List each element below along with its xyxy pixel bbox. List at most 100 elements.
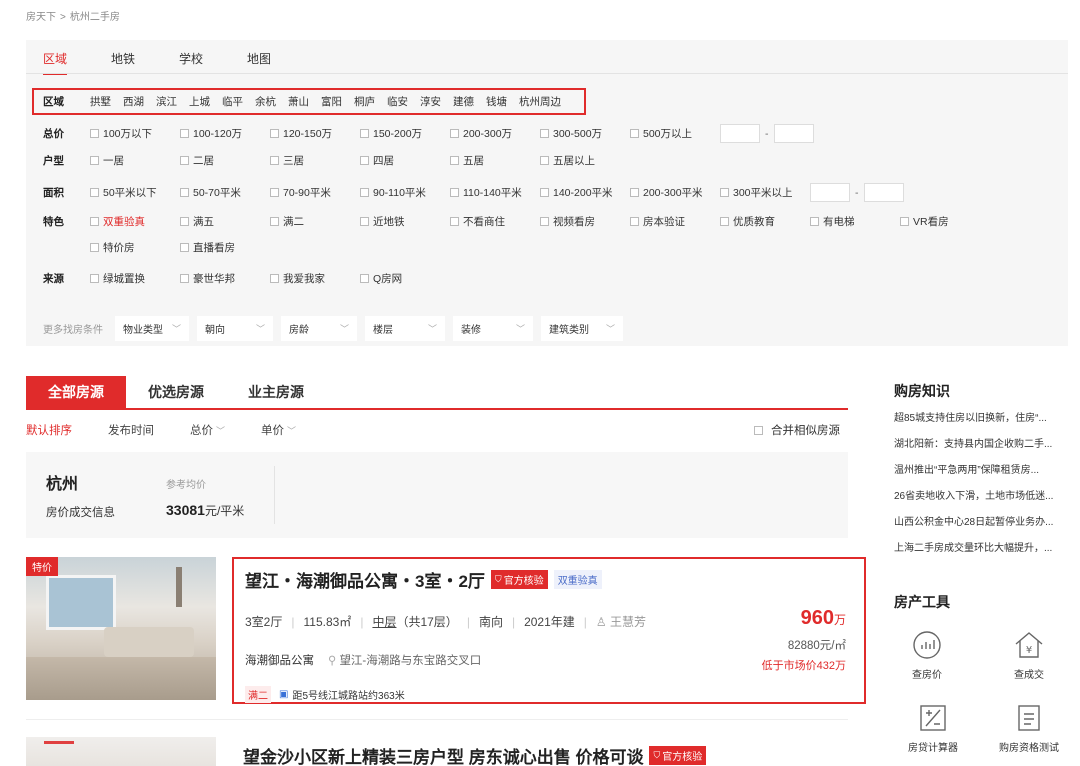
news-item[interactable]: 超85城支持住房以旧换新，住房“... bbox=[894, 412, 1064, 438]
layout-option[interactable]: 三居 bbox=[270, 153, 360, 168]
size-option[interactable]: 50-70平米 bbox=[180, 185, 270, 200]
checkbox[interactable] bbox=[540, 156, 549, 165]
sort-time[interactable]: 发布时间 bbox=[108, 422, 154, 438]
feature-option[interactable]: 满五 bbox=[180, 214, 270, 229]
layout-option[interactable]: 四居 bbox=[360, 153, 450, 168]
checkbox[interactable] bbox=[270, 156, 279, 165]
feature-option[interactable]: VR看房 bbox=[900, 214, 970, 229]
price-min-input[interactable] bbox=[720, 124, 760, 143]
sort-unit-price[interactable]: 单价 ﹀ bbox=[261, 422, 296, 438]
price-option[interactable]: 500万以上 bbox=[630, 126, 720, 141]
checkbox[interactable] bbox=[180, 243, 189, 252]
size-option[interactable]: 110-140平米 bbox=[450, 185, 540, 200]
price-option[interactable]: 100万以下 bbox=[90, 126, 180, 141]
checkbox[interactable] bbox=[270, 217, 279, 226]
sort-total-price[interactable]: 总价 ﹀ bbox=[190, 422, 225, 438]
checkbox[interactable] bbox=[270, 274, 279, 283]
checkbox[interactable] bbox=[450, 188, 459, 197]
sort-default[interactable]: 默认排序 bbox=[26, 422, 72, 438]
breadcrumb-home[interactable]: 房天下 bbox=[26, 12, 56, 23]
checkbox[interactable] bbox=[360, 129, 369, 138]
feature-option[interactable]: 满二 bbox=[270, 214, 360, 229]
deal-info-link[interactable]: 房价成交信息 bbox=[46, 504, 115, 520]
size-option[interactable]: 90-110平米 bbox=[360, 185, 450, 200]
checkbox[interactable] bbox=[180, 129, 189, 138]
layout-option[interactable]: 五居 bbox=[450, 153, 540, 168]
checkbox[interactable] bbox=[450, 129, 459, 138]
size-option[interactable]: 70-90平米 bbox=[270, 185, 360, 200]
price-option[interactable]: 200-300万 bbox=[450, 126, 540, 141]
breadcrumb-current[interactable]: 杭州二手房 bbox=[70, 12, 120, 23]
checkbox[interactable] bbox=[270, 188, 279, 197]
listing-title[interactable]: 望江・海潮御品公寓・3室・2厅 ⛉ 官方核验 双重验真 bbox=[245, 567, 602, 592]
checkbox[interactable] bbox=[270, 129, 279, 138]
checkbox[interactable] bbox=[630, 217, 639, 226]
listing-photo[interactable]: 特价 bbox=[26, 557, 216, 700]
checkbox[interactable] bbox=[180, 188, 189, 197]
listing-photo[interactable] bbox=[26, 737, 216, 766]
checkbox[interactable] bbox=[90, 274, 99, 283]
tab-all-listings[interactable]: 全部房源 bbox=[26, 376, 126, 408]
floor[interactable]: 中层 bbox=[372, 613, 396, 630]
tab-owner-listings[interactable]: 业主房源 bbox=[226, 376, 326, 408]
checkbox[interactable] bbox=[90, 156, 99, 165]
checkbox[interactable] bbox=[810, 217, 819, 226]
size-option[interactable]: 140-200平米 bbox=[540, 185, 630, 200]
checkbox[interactable] bbox=[180, 156, 189, 165]
price-option[interactable]: 120-150万 bbox=[270, 126, 360, 141]
checkbox[interactable] bbox=[630, 129, 639, 138]
checkbox[interactable] bbox=[90, 217, 99, 226]
feature-option[interactable]: 特价房 bbox=[90, 240, 180, 255]
checkbox[interactable] bbox=[90, 188, 99, 197]
layout-option[interactable]: 五居以上 bbox=[540, 153, 630, 168]
news-item[interactable]: 26省卖地收入下滑，土地市场低迷... bbox=[894, 490, 1064, 516]
price-option[interactable]: 300-500万 bbox=[540, 126, 630, 141]
agent[interactable]: ♙ 王慧芳 bbox=[596, 613, 646, 630]
dropdown-decoration[interactable]: 装修 ﹀ bbox=[453, 316, 533, 341]
feature-option[interactable]: 有电梯 bbox=[810, 214, 900, 229]
source-option[interactable]: Q房网 bbox=[360, 271, 450, 286]
checkbox[interactable] bbox=[360, 156, 369, 165]
checkbox[interactable] bbox=[720, 217, 729, 226]
checkbox[interactable] bbox=[180, 217, 189, 226]
tool-check-deal[interactable]: ¥ 查成交 bbox=[992, 630, 1066, 681]
size-option[interactable]: 300平米以上 bbox=[720, 185, 810, 200]
price-max-input[interactable] bbox=[773, 124, 814, 143]
listing-card[interactable]: 望江・海潮御品公寓・3室・2厅 ⛉ 官方核验 双重验真 3室2厅 | 115.83㎡… bbox=[232, 557, 866, 704]
tab-selected-listings[interactable]: 优选房源 bbox=[126, 376, 226, 408]
checkbox[interactable] bbox=[360, 217, 369, 226]
news-item[interactable]: 上海二手房成交量环比大幅提升，... bbox=[894, 542, 1064, 568]
source-option[interactable]: 绿城置换 bbox=[90, 271, 180, 286]
layout-option[interactable]: 一居 bbox=[90, 153, 180, 168]
feature-option[interactable]: 优质教育 bbox=[720, 214, 810, 229]
news-item[interactable]: 湖北阳新：支持县内国企收购二手... bbox=[894, 438, 1064, 464]
dropdown-facing[interactable]: 朝向 ﹀ bbox=[197, 316, 273, 341]
checkbox[interactable] bbox=[900, 217, 909, 226]
tool-loan-calculator[interactable]: 房贷计算器 bbox=[896, 703, 970, 754]
checkbox[interactable] bbox=[630, 188, 639, 197]
feature-option[interactable]: 近地铁 bbox=[360, 214, 450, 229]
merge-similar[interactable]: 合并相似房源 bbox=[754, 422, 840, 438]
checkbox[interactable] bbox=[180, 274, 189, 283]
tab-subway[interactable]: 地铁 bbox=[111, 50, 135, 75]
checkbox[interactable] bbox=[720, 188, 729, 197]
price-option[interactable]: 150-200万 bbox=[360, 126, 450, 141]
news-item[interactable]: 温州推出“平急两用”保障租赁房... bbox=[894, 464, 1064, 490]
tab-map[interactable]: 地图 bbox=[247, 50, 271, 75]
size-min-input[interactable] bbox=[810, 183, 850, 202]
dropdown-age[interactable]: 房龄 ﹀ bbox=[281, 316, 357, 341]
dropdown-property-type[interactable]: 物业类型 ﹀ bbox=[115, 316, 189, 341]
checkbox[interactable] bbox=[450, 217, 459, 226]
source-option[interactable]: 我爱我家 bbox=[270, 271, 360, 286]
feature-option[interactable]: 双重验真 bbox=[90, 214, 180, 229]
news-item[interactable]: 山西公积金中心28日起暂停业务办... bbox=[894, 516, 1064, 542]
checkbox[interactable] bbox=[90, 243, 99, 252]
dropdown-building-type[interactable]: 建筑类别 ﹀ bbox=[541, 316, 623, 341]
checkbox[interactable] bbox=[360, 188, 369, 197]
tool-eligibility-test[interactable]: 购房资格测试 bbox=[992, 703, 1066, 754]
checkbox[interactable] bbox=[540, 129, 549, 138]
tab-school[interactable]: 学校 bbox=[179, 50, 203, 75]
dropdown-floor[interactable]: 楼层 ﹀ bbox=[365, 316, 445, 341]
checkbox[interactable] bbox=[540, 217, 549, 226]
checkbox[interactable] bbox=[754, 425, 763, 435]
